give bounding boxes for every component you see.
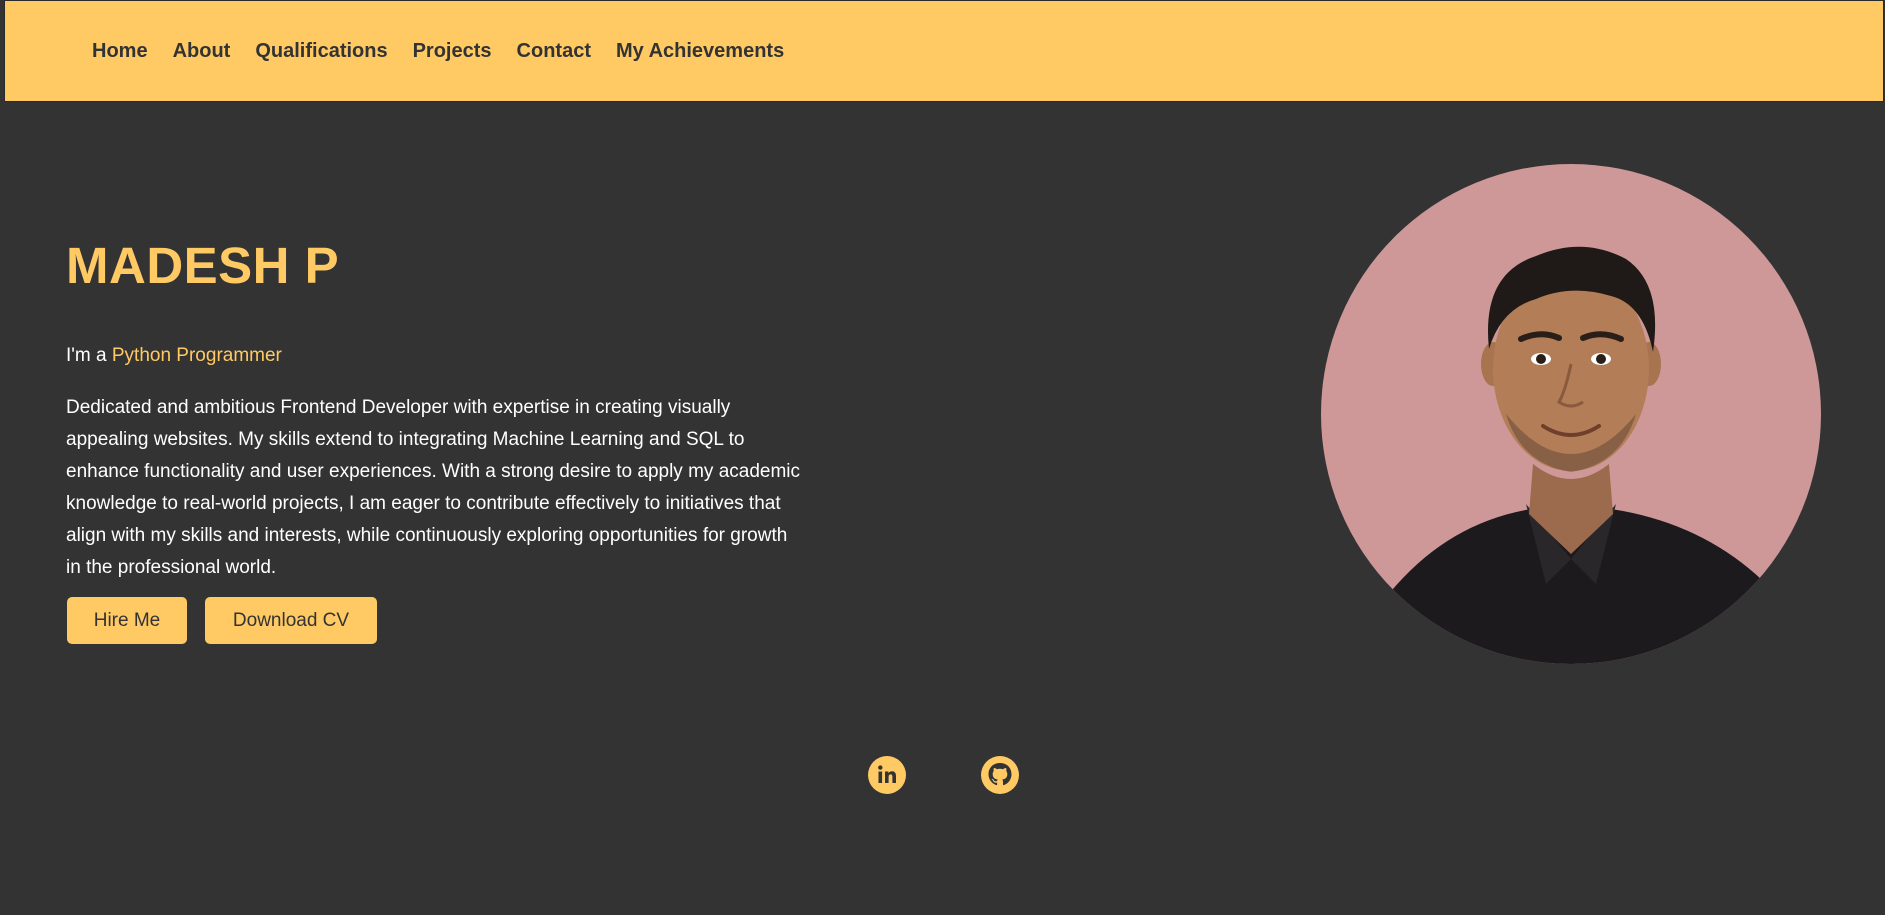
download-cv-button[interactable]: Download CV — [205, 597, 377, 644]
tagline-prefix: I'm a — [66, 345, 107, 366]
nav-home-link[interactable]: Home — [92, 40, 148, 63]
profile-photo — [1321, 164, 1821, 664]
tagline-role: Python Programmer — [111, 345, 282, 366]
nav-contact-link[interactable]: Contact — [517, 40, 591, 63]
nav-achievements-link[interactable]: My Achievements — [616, 40, 784, 63]
profile-portrait-illustration — [1366, 246, 1788, 664]
hire-me-button[interactable]: Hire Me — [67, 597, 187, 644]
bio-text: Dedicated and ambitious Frontend Develop… — [66, 397, 801, 578]
nav-projects-link[interactable]: Projects — [413, 40, 492, 63]
github-icon[interactable] — [981, 756, 1019, 794]
linkedin-icon[interactable] — [868, 756, 906, 794]
tagline: I'm a Python Programmer — [66, 345, 282, 367]
nav-qualifications-link[interactable]: Qualifications — [255, 40, 387, 63]
navbar: Home About Qualifications Projects Conta… — [4, 0, 1884, 102]
nav-about-link[interactable]: About — [173, 40, 231, 63]
hero-name: MADESH P — [66, 237, 340, 294]
